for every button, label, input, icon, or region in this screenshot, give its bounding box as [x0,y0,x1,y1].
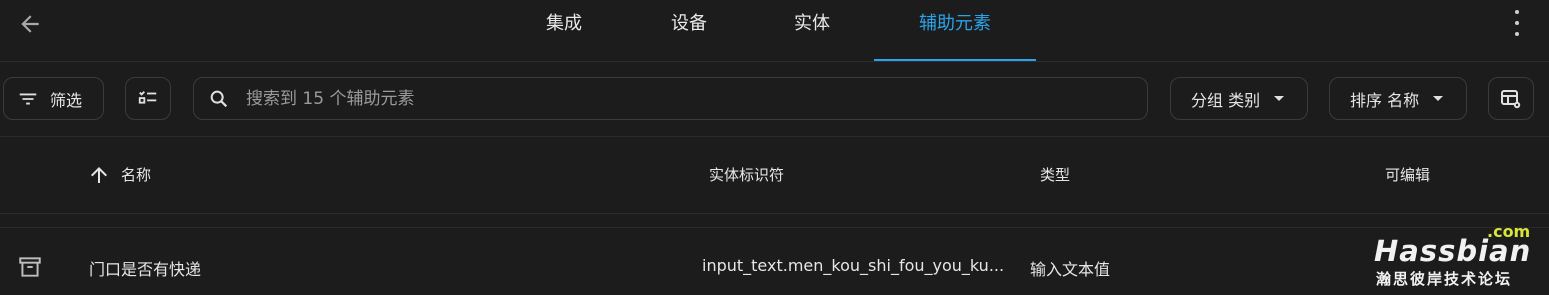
row-name: 门口是否有快递 [89,260,202,279]
sort-by-label: 排序 名称 [1350,90,1420,110]
filter-button[interactable]: 筛选 [3,77,104,120]
toolbar: 筛选 分组 类别 排序 名称 [0,62,1549,137]
overflow-menu-button[interactable] [1513,10,1521,36]
row-entity-id: input_text.men_kou_shi_fou_you_ku... [702,256,1005,275]
group-by-button[interactable]: 分组 类别 [1170,77,1308,120]
sort-by-button[interactable]: 排序 名称 [1329,77,1467,120]
tab-entities[interactable]: 实体 [773,0,851,61]
group-by-label: 分组 类别 [1191,90,1261,110]
tab-helpers[interactable]: 辅助元素 [874,0,1036,61]
dots-vertical-icon [1515,10,1519,14]
table-row[interactable]: 门口是否有快递 input_text.men_kou_shi_fou_you_k… [0,228,1549,295]
watermark-title: Hassbian [1374,234,1532,268]
dot [1515,32,1519,36]
column-header-entity-id[interactable]: 实体标识符 [709,164,784,185]
column-header-editable[interactable]: 可编辑 [1385,164,1430,185]
table-header: 名称 实体标识符 类型 可编辑 [0,137,1549,214]
chevron-down-icon [1274,96,1285,101]
top-app-bar: 集成 设备 实体 辅助元素 [0,0,1549,62]
search-field[interactable] [193,77,1148,120]
arrow-left-icon [21,15,39,33]
arrow-up-icon[interactable] [87,163,111,187]
tab-label: 集成 [546,13,582,34]
dot [1515,21,1519,25]
tab-label: 设备 [671,13,707,34]
archive-icon [19,257,41,277]
checklist-icon [138,90,157,104]
filter-lines-icon [19,93,37,104]
search-input[interactable] [244,87,1108,110]
column-header-name[interactable]: 名称 [121,164,151,185]
column-header-type[interactable]: 类型 [1040,164,1070,185]
chevron-down-icon [1433,96,1444,101]
row-type: 输入文本值 [1030,260,1111,279]
tab-label: 实体 [794,13,830,34]
table-settings-button[interactable] [1488,77,1534,120]
table-settings-icon [1501,89,1521,108]
watermark-subtitle: 瀚思彼岸技术论坛 [1376,270,1513,288]
filter-label: 筛选 [50,90,83,110]
watermark-logo: .com Hassbian 瀚思彼岸技术论坛 [1374,222,1534,292]
back-button[interactable] [14,8,46,40]
tab-devices[interactable]: 设备 [650,0,728,61]
group-header [0,214,1549,228]
tab-label: 辅助元素 [919,13,991,34]
tab-integrations[interactable]: 集成 [525,0,603,61]
search-icon [210,90,228,107]
selection-mode-button[interactable] [125,77,171,120]
